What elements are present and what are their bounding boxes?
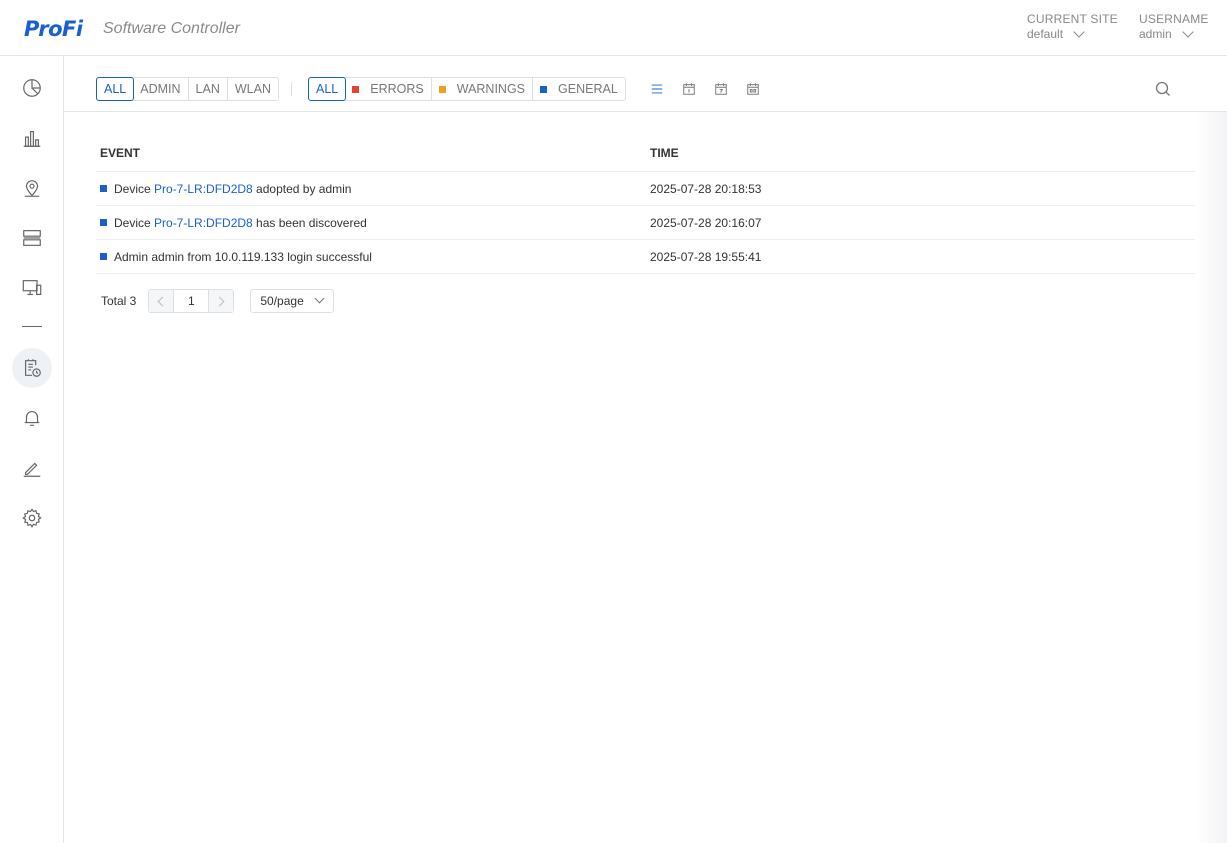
sidebar-divider xyxy=(22,326,42,327)
events-toolbar: ALL ADMIN LAN WLAN ALL ERRORS WARNINGS G… xyxy=(64,56,1227,112)
source-filter-admin[interactable]: ADMIN xyxy=(133,78,189,100)
sidebar-item-map[interactable] xyxy=(12,168,52,208)
page-size-value: 50/page xyxy=(260,294,304,308)
logo-text: ProFi xyxy=(24,17,83,41)
week-view-button[interactable] xyxy=(713,81,729,97)
event-text: Device xyxy=(114,215,155,230)
general-square-icon xyxy=(100,252,107,260)
list-view-button[interactable] xyxy=(649,81,665,97)
event-text: adopted by admin xyxy=(252,181,352,196)
top-header: ProFi Software Controller CURRENT SITE d… xyxy=(0,0,1227,56)
current-site-value: default xyxy=(1027,27,1064,41)
current-site-selector[interactable]: CURRENT SITE default xyxy=(1027,12,1118,42)
event-text: has been discovered xyxy=(252,215,367,230)
events-table: EVENT TIME Device Pro-7-LR:DFD2D8 adopte… xyxy=(96,134,1195,274)
sidebar-item-settings[interactable] xyxy=(12,498,52,538)
server-icon xyxy=(23,230,41,246)
page-number-input[interactable]: 1 xyxy=(173,290,210,312)
prev-page-button[interactable] xyxy=(149,290,174,312)
event-cell: Device Pro-7-LR:DFD2D8 has been discover… xyxy=(96,216,646,230)
page-size-select[interactable]: 50/page xyxy=(250,289,335,313)
calendar-day-icon xyxy=(683,83,695,95)
severity-filter-errors[interactable]: ERRORS xyxy=(345,78,432,100)
calendar-month-icon xyxy=(747,83,759,95)
device-link[interactable]: Pro-7-LR:DFD2D8 xyxy=(154,216,253,230)
chevron-left-icon xyxy=(157,296,168,306)
bell-icon xyxy=(24,411,40,426)
page-navigator: 1 xyxy=(148,289,235,313)
table-row: Admin admin from 10.0.119.133 login succ… xyxy=(96,240,1195,274)
severity-filter-general[interactable]: GENERAL xyxy=(533,78,625,100)
month-view-button[interactable] xyxy=(745,81,761,97)
event-cell: Device Pro-7-LR:DFD2D8 adopted by admin xyxy=(96,182,646,196)
day-view-button[interactable] xyxy=(681,81,697,97)
error-square-icon xyxy=(352,85,360,93)
severity-errors-label: ERRORS xyxy=(370,82,424,96)
sidebar-item-clients[interactable] xyxy=(12,268,52,308)
sidebar-item-edit[interactable] xyxy=(12,448,52,488)
time-cell: 2025-07-28 20:18:53 xyxy=(650,181,762,196)
severity-filter-group: ALL ERRORS WARNINGS GENERAL xyxy=(308,77,626,101)
severity-filter-warnings[interactable]: WARNINGS xyxy=(432,78,534,100)
column-header-event[interactable]: EVENT xyxy=(96,146,646,160)
profi-logo[interactable]: ProFi xyxy=(24,16,83,42)
chevron-down-icon xyxy=(1073,26,1085,38)
search-button[interactable] xyxy=(1154,80,1172,98)
pie-chart-icon xyxy=(23,79,41,97)
column-header-time[interactable]: TIME xyxy=(646,146,1195,160)
total-count: Total 3 xyxy=(101,294,137,308)
map-pin-icon xyxy=(24,180,40,197)
event-text: Device xyxy=(114,181,155,196)
sidebar-item-devices[interactable] xyxy=(12,218,52,258)
sidebar-item-statistics[interactable] xyxy=(12,118,52,158)
calendar-week-icon xyxy=(715,83,727,95)
event-text: Admin admin from 10.0.119.133 login succ… xyxy=(114,249,372,264)
table-header: EVENT TIME xyxy=(96,134,1195,172)
app-subtitle: Software Controller xyxy=(103,20,240,37)
username-value: admin xyxy=(1139,27,1172,41)
monitor-icon xyxy=(22,280,42,296)
chevron-down-icon xyxy=(1182,26,1194,38)
sidebar-item-events[interactable] xyxy=(12,348,52,388)
bar-chart-icon xyxy=(23,130,41,147)
edge-shadow xyxy=(1197,112,1227,843)
table-row: Device Pro-7-LR:DFD2D8 adopted by admin … xyxy=(96,172,1195,206)
sidebar-item-dashboard[interactable] xyxy=(12,68,52,108)
current-site-label: CURRENT SITE xyxy=(1027,12,1118,26)
sidebar-nav xyxy=(0,56,64,843)
sidebar-item-alerts[interactable] xyxy=(12,398,52,438)
table-row: Device Pro-7-LR:DFD2D8 has been discover… xyxy=(96,206,1195,240)
time-cell: 2025-07-28 19:55:41 xyxy=(650,249,762,264)
next-page-button[interactable] xyxy=(209,290,234,312)
source-filter-all[interactable]: ALL xyxy=(96,77,135,101)
severity-warnings-label: WARNINGS xyxy=(456,82,526,96)
event-cell: Admin admin from 10.0.119.133 login succ… xyxy=(96,250,646,264)
search-icon xyxy=(1155,81,1170,96)
device-link[interactable]: Pro-7-LR:DFD2D8 xyxy=(154,182,253,196)
severity-filter-all[interactable]: ALL xyxy=(308,77,347,101)
list-icon xyxy=(651,84,663,94)
general-square-icon xyxy=(100,218,107,226)
general-square-icon xyxy=(100,184,107,192)
source-filter-wlan[interactable]: WLAN xyxy=(228,78,278,100)
pagination: Total 3 1 50/page xyxy=(101,289,335,313)
username-menu[interactable]: USERNAME admin xyxy=(1139,12,1209,42)
filter-separator xyxy=(291,82,292,96)
time-cell: 2025-07-28 20:16:07 xyxy=(650,215,762,230)
username-label: USERNAME xyxy=(1139,12,1209,26)
gear-icon xyxy=(22,508,42,528)
chevron-right-icon xyxy=(214,296,225,306)
severity-general-label: GENERAL xyxy=(558,82,618,96)
pen-icon xyxy=(23,462,41,477)
chevron-down-icon xyxy=(314,293,325,304)
source-filter-group: ALL ADMIN LAN WLAN xyxy=(96,77,279,101)
event-log-icon xyxy=(24,359,41,377)
warning-square-icon xyxy=(438,85,446,93)
source-filter-lan[interactable]: LAN xyxy=(189,78,228,100)
general-square-icon xyxy=(540,85,548,93)
